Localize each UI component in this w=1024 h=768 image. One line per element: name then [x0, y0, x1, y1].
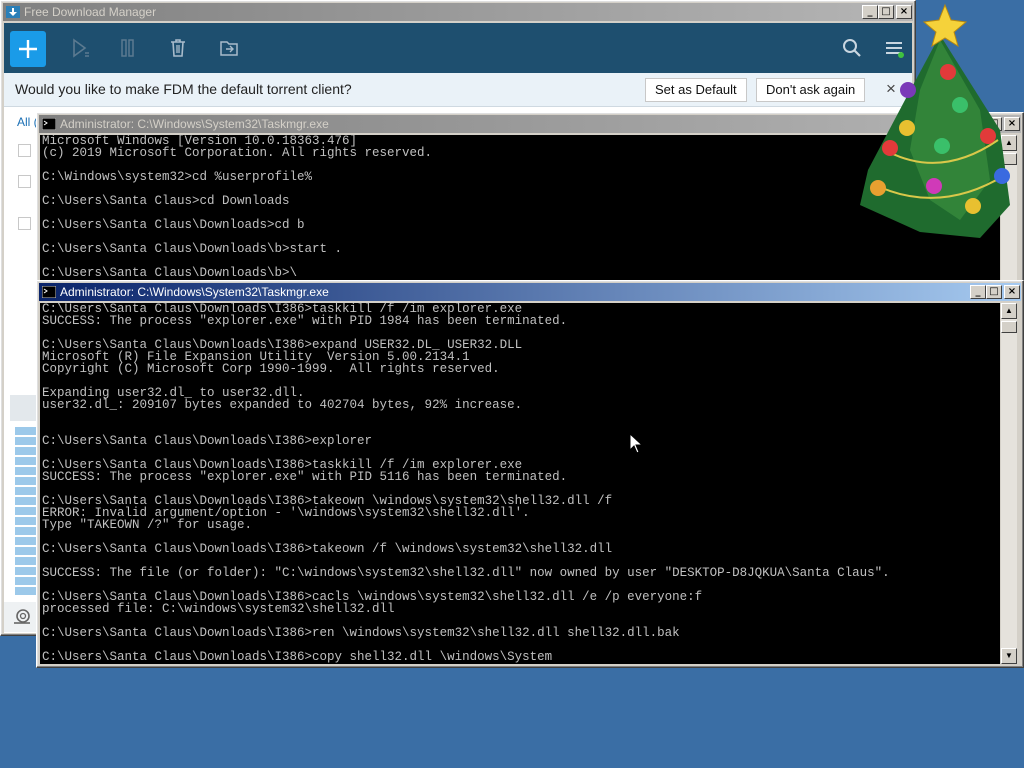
minimize-button[interactable]: _	[970, 285, 986, 299]
console-window-front[interactable]: Administrator: C:\Windows\System32\Taskm…	[36, 280, 1024, 668]
close-button[interactable]: ×	[1004, 285, 1020, 299]
console-line: SUCCESS: The process "explorer.exe" with…	[42, 470, 568, 484]
add-icon	[19, 40, 37, 58]
resume-button[interactable]	[66, 34, 94, 62]
default-client-banner: Would you like to make FDM the default t…	[4, 73, 912, 107]
console-line: C:\Users\Santa Claus\Downloads\I386>ren …	[42, 626, 680, 640]
console-front-output[interactable]: C:\Users\Santa Claus\Downloads\I386>task…	[40, 303, 1000, 664]
scrollbar[interactable]: ▲ ▼	[1001, 303, 1017, 664]
christmas-tree-decoration[interactable]	[850, 0, 1010, 245]
console-line: C:\Users\Santa Claus\Downloads\I386>copy…	[42, 650, 553, 664]
banner-text: Would you like to make FDM the default t…	[15, 81, 352, 97]
console-line: C:\Users\Santa Claus\Downloads\b>\	[42, 266, 298, 280]
fdm-titlebar[interactable]: Free Download Manager _ □ ×	[3, 3, 913, 21]
scroll-up-button[interactable]: ▲	[1001, 303, 1017, 319]
maximize-button[interactable]: □	[986, 285, 1002, 299]
cmd-icon	[42, 286, 56, 298]
pause-button[interactable]	[115, 34, 143, 62]
console-line: C:\Users\Santa Claus\Downloads\I386>expl…	[42, 434, 373, 448]
scroll-thumb[interactable]	[1001, 321, 1017, 333]
fdm-app-icon	[6, 6, 20, 18]
scroll-down-button[interactable]: ▼	[1001, 648, 1017, 664]
console-line: Type "TAKEOWN /?" for usage.	[42, 518, 253, 532]
console-front-title: Administrator: C:\Windows\System32\Taskm…	[60, 285, 329, 299]
cmd-icon	[42, 118, 56, 130]
add-download-button[interactable]	[10, 31, 46, 67]
pause-icon	[121, 39, 134, 57]
move-icon	[220, 41, 238, 56]
console-line: C:\Users\Santa Claus\Downloads\I386>take…	[42, 542, 613, 556]
console-line: user32.dl_: 209107 bytes expanded to 402…	[42, 398, 523, 412]
list-checkbox[interactable]	[18, 175, 31, 188]
snail-icon[interactable]	[12, 607, 32, 627]
console-back-title: Administrator: C:\Windows\System32\Taskm…	[60, 117, 329, 131]
fdm-window-title: Free Download Manager	[24, 5, 157, 19]
console-line: processed file: C:\windows\system32\shel…	[42, 602, 395, 616]
dont-ask-again-button[interactable]: Don't ask again	[756, 78, 866, 102]
list-checkbox[interactable]	[18, 217, 31, 230]
console-line: SUCCESS: The file (or folder): "C:\windo…	[42, 566, 890, 580]
console-front-titlebar[interactable]: Administrator: C:\Windows\System32\Taskm…	[39, 283, 1021, 301]
fdm-toolbar	[4, 23, 912, 73]
delete-button[interactable]	[164, 34, 192, 62]
trash-icon	[171, 39, 185, 57]
set-as-default-button[interactable]: Set as Default	[645, 78, 747, 102]
console-line: Copyright (C) Microsoft Corp 1990-1999. …	[42, 362, 500, 376]
tab-all[interactable]: All (	[17, 115, 38, 129]
list-checkbox[interactable]	[18, 144, 31, 157]
mouse-cursor-icon	[630, 434, 642, 454]
console-line: SUCCESS: The process "explorer.exe" with…	[42, 314, 568, 328]
move-button[interactable]	[215, 34, 243, 62]
play-icon	[73, 38, 89, 58]
star-icon	[922, 3, 968, 48]
